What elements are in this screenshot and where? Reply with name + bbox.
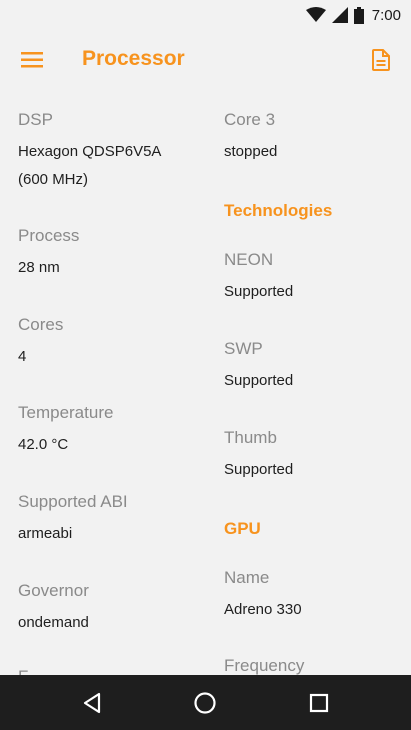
core3-label: Core 3 [224,110,276,129]
cores-label: Cores [18,315,64,334]
governor-value: ondemand [18,614,89,631]
cores-value: 4 [18,348,27,365]
back-triangle-icon [83,692,101,714]
hamburger-menu-icon [21,52,43,68]
cores-item: Cores 4 [18,314,208,371]
swp-item: SWP Supported [224,338,411,395]
recents-button[interactable] [303,687,335,719]
status-icons: 7:00 [305,5,401,25]
dsp-value-line2: (600 MHz) [18,171,89,188]
recents-square-icon [309,693,329,713]
technologies-heading: Technologies [224,201,333,220]
gpu-name-label: Name [224,568,270,587]
thumb-item: Thumb Supported [224,427,411,484]
core3-value: stopped [224,143,278,160]
back-button[interactable] [76,687,108,719]
dsp-label: DSP [18,110,53,129]
battery-icon [353,6,364,24]
abi-value: armeabi [18,525,73,542]
frequency-label: Frequency [224,656,305,675]
home-button[interactable] [189,687,221,719]
neon-value: Supported [224,283,294,300]
governor-item: Governor ondemand [18,580,208,637]
menu-button[interactable] [14,44,50,76]
wifi-icon [305,7,326,22]
app-bar: Processor [0,28,411,92]
neon-item: NEON Supported [224,249,411,306]
page-title: Processor [82,47,185,70]
gpu-name-value: Adreno 330 [224,601,302,618]
core3-item: Core 3 stopped [224,109,411,166]
governor-label: Governor [18,581,89,600]
temperature-item: Temperature 42.0 °C [18,402,208,459]
dsp-value: Hexagon QDSP6V5A (600 MHz) [18,138,208,194]
dsp-value-line1: Hexagon QDSP6V5A [18,143,162,160]
temperature-label: Temperature [18,403,114,422]
document-button[interactable] [365,44,397,76]
cell-signal-icon [331,7,348,23]
swp-label: SWP [224,339,263,358]
process-label: Process [18,226,80,245]
dsp-item: DSP Hexagon QDSP6V5A (600 MHz) [18,109,208,194]
frequency-item: Frequency [224,655,411,675]
neon-label: NEON [224,250,274,269]
thumb-label: Thumb [224,428,277,447]
processor-details: DSP Hexagon QDSP6V5A (600 MHz) Process 2… [0,92,411,675]
status-bar: 7:00 [0,0,411,28]
home-circle-icon [194,692,216,714]
abi-label: Supported ABI [18,492,128,511]
next-label: F [18,666,208,675]
gpu-heading: GPU [224,519,261,538]
swp-value: Supported [224,372,294,389]
navigation-bar [0,675,411,730]
gpu-name-item: Name Adreno 330 [224,567,411,624]
process-item: Process 28 nm [18,225,208,282]
temperature-value: 42.0 °C [18,436,69,453]
status-time: 7:00 [371,6,401,24]
abi-item: Supported ABI armeabi [18,491,208,548]
process-value: 28 nm [18,259,60,276]
document-icon [372,49,390,71]
thumb-value: Supported [224,461,294,478]
next-item: F [18,666,208,675]
